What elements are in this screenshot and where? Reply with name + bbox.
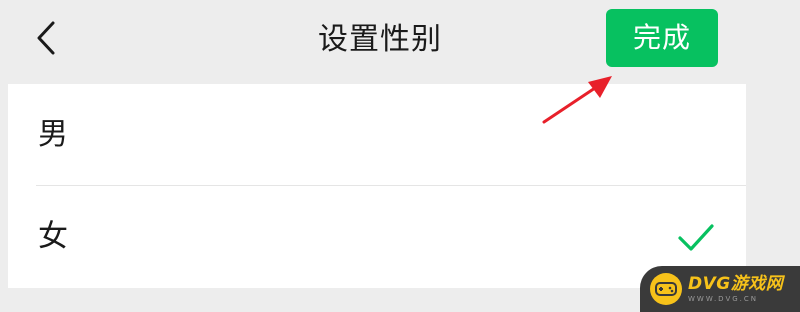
red-arrow-annotation [542, 76, 612, 124]
watermark-name: DVG游戏网 [688, 273, 784, 294]
watermark-url: WWW.DVG.CN [688, 294, 759, 303]
watermark-text: DVG游戏网 WWW.DVG.CN [688, 273, 784, 303]
chevron-left-icon [37, 21, 55, 55]
option-male[interactable]: 男 [8, 84, 746, 185]
nav-bar: 设置性别 完成 [0, 0, 760, 80]
option-label: 女 [38, 219, 68, 254]
gender-settings-screen: 设置性别 完成 男 女 DVG游戏网 WWW.DVG.CN [0, 0, 800, 312]
watermark: DVG游戏网 WWW.DVG.CN [640, 266, 800, 312]
gamepad-icon [650, 273, 682, 305]
option-female[interactable]: 女 [8, 186, 746, 287]
done-button[interactable]: 完成 [606, 9, 718, 67]
option-label: 男 [38, 117, 68, 152]
gender-options-list: 男 女 [8, 84, 746, 288]
checkmark-icon [678, 224, 714, 251]
back-button[interactable] [22, 14, 70, 62]
